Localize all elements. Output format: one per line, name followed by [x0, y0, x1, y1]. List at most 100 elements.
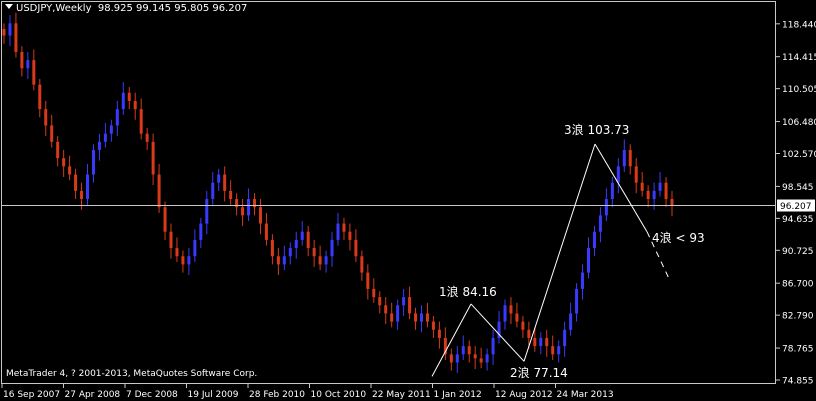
dropdown-arrow-icon[interactable] [5, 4, 13, 9]
candle-body [312, 248, 316, 257]
candle-body [50, 125, 54, 142]
price-tick-label: 90.725 [782, 247, 814, 257]
candle-body [539, 337, 543, 347]
candle-body [56, 141, 60, 159]
ohlc-values: 98.925 99.145 95.805 96.207 [97, 3, 248, 14]
candle-body [169, 231, 173, 249]
candle-body [211, 182, 215, 200]
price-tick-label: 86.700 [782, 280, 814, 290]
candle-body [652, 190, 656, 200]
candle-body [634, 166, 638, 183]
candle-body [360, 256, 364, 273]
candle-body [545, 337, 549, 347]
candle-body [38, 84, 42, 110]
candle-body [229, 190, 233, 200]
candle-body [32, 60, 36, 85]
candle-body [258, 207, 262, 224]
candle-body [587, 248, 590, 273]
candle-body [473, 354, 477, 359]
candle-body [205, 199, 209, 224]
candle-body [622, 149, 626, 167]
candle-body [366, 272, 370, 289]
candle-body [425, 313, 429, 322]
chart-header: USDJPY,Weekly 98.925 99.145 95.805 96.20… [5, 3, 247, 14]
candle-body [670, 199, 674, 206]
candle-body [68, 166, 72, 175]
wave-line [470, 303, 525, 362]
candle-body [581, 272, 585, 289]
candle-body [491, 337, 495, 355]
candle-body [187, 256, 191, 265]
candle-body [151, 141, 155, 175]
candle-body [20, 51, 24, 69]
candle-body [509, 305, 513, 314]
date-tick-label: 10 Oct 2010 [311, 390, 367, 400]
candle-body [175, 248, 179, 257]
candle-body [408, 297, 412, 314]
candle-body [282, 256, 286, 265]
candle-body [575, 288, 579, 314]
candle-body [646, 190, 650, 200]
candle-body [658, 182, 662, 191]
candle-body [109, 125, 113, 134]
candle-body [86, 174, 89, 200]
candle-body [521, 321, 525, 330]
candle-body [640, 182, 644, 191]
candle-body [330, 239, 334, 257]
candle-body [97, 141, 101, 150]
elliott-wave-lines [431, 143, 671, 377]
wave-labels: 1浪 84.16 2浪 77.14 3浪 103.73 4浪 < 93 [439, 122, 705, 380]
price-chart[interactable]: 118.440 114.415 110.505 106.480 102.570 98.54… [0, 0, 816, 401]
candle-body [163, 207, 167, 232]
date-tick-label: 27 Apr 2008 [65, 390, 121, 400]
candle-body [354, 239, 358, 257]
candle-body [103, 133, 107, 142]
wave-label: 4浪 < 93 [652, 230, 705, 245]
candle-body [264, 223, 268, 240]
candle-body [551, 346, 555, 355]
wave-label: 1浪 84.16 [439, 284, 497, 299]
candle-body [431, 321, 435, 330]
candle-body [378, 297, 382, 306]
candle-body [563, 329, 567, 347]
candle-body [2, 29, 6, 36]
candle-body [479, 358, 483, 363]
price-tick-label: 118.440 [782, 20, 816, 30]
candle-body [348, 231, 352, 240]
date-tick-label: 12 Aug 2012 [495, 390, 553, 400]
candle-body [467, 346, 471, 355]
price-tick-label: 110.505 [782, 85, 816, 95]
candle-body [336, 223, 340, 240]
price-tick-label: 94.635 [782, 215, 814, 225]
candle-body [455, 354, 459, 363]
copyright-text: MetaTrader 4, ? 2001-2013, MetaQuotes So… [6, 369, 258, 379]
candle-body [276, 256, 280, 265]
date-tick-label: 1 Jan 2012 [434, 390, 482, 400]
wave-label: 2浪 77.14 [510, 365, 568, 380]
candle-body [414, 313, 418, 322]
candle-body [80, 190, 84, 200]
candle-body [44, 109, 48, 126]
candle-body [300, 231, 304, 240]
candle-body [384, 305, 388, 314]
chart-window[interactable]: 118.440 114.415 110.505 106.480 102.570 98.54… [0, 0, 816, 401]
price-scale: 118.440 114.415 110.505 106.480 102.570 98.54… [776, 20, 816, 387]
current-price-label: 96.207 [780, 202, 812, 212]
date-tick-label: 24 Mar 2013 [557, 390, 614, 400]
date-tick-label: 7 Dec 2008 [126, 390, 178, 400]
candle-body [241, 207, 245, 216]
candle-body [503, 305, 507, 322]
price-tick-label: 106.480 [782, 118, 816, 128]
candle-body [527, 329, 531, 338]
candle-body [485, 354, 489, 363]
candle-body [199, 223, 203, 240]
candle-body [115, 109, 119, 126]
candle-body [91, 149, 95, 175]
candle-body [223, 174, 227, 191]
date-tick-label: 22 May 2011 [372, 390, 431, 400]
candle-body [181, 256, 185, 265]
date-tick-label: 28 Feb 2010 [249, 390, 305, 400]
candle-body [461, 346, 465, 355]
candle-body [569, 313, 573, 330]
candle-body [664, 182, 668, 200]
